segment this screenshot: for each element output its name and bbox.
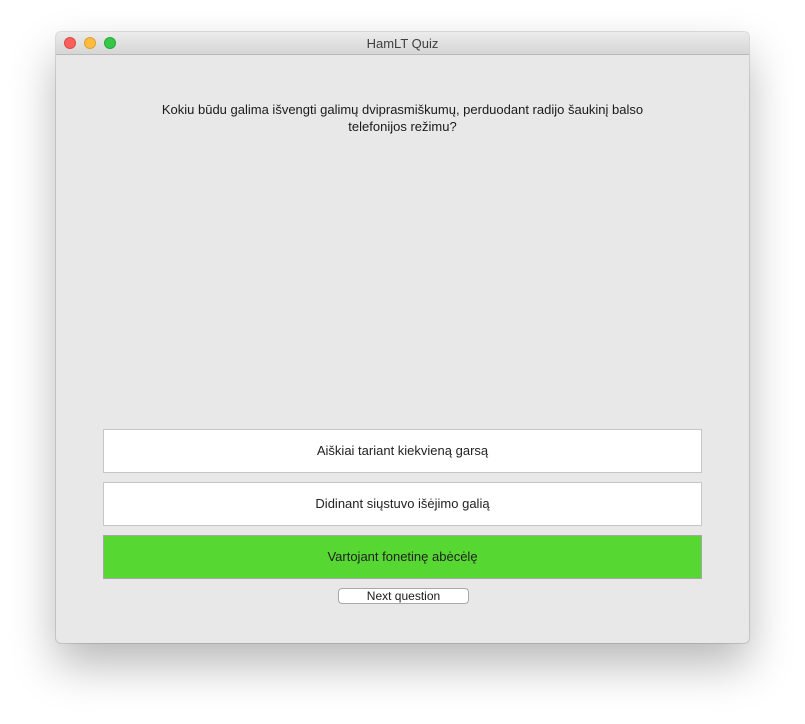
- window-title: HamLT Quiz: [366, 36, 439, 51]
- quiz-window: HamLT Quiz Kokiu būdu galima išvengti ga…: [56, 32, 749, 643]
- answer-button-3-correct[interactable]: Vartojant fonetinę abėcėlę: [103, 535, 702, 579]
- answer-button-1[interactable]: Aiškiai tariant kiekvieną garsą: [103, 429, 702, 473]
- next-question-button[interactable]: Next question: [338, 588, 469, 604]
- title-bar[interactable]: HamLT Quiz: [56, 32, 749, 55]
- question-text: Kokiu būdu galima išvengti galimų dvipra…: [161, 102, 644, 134]
- answer-button-2[interactable]: Didinant siųstuvo išėjimo galią: [103, 482, 702, 526]
